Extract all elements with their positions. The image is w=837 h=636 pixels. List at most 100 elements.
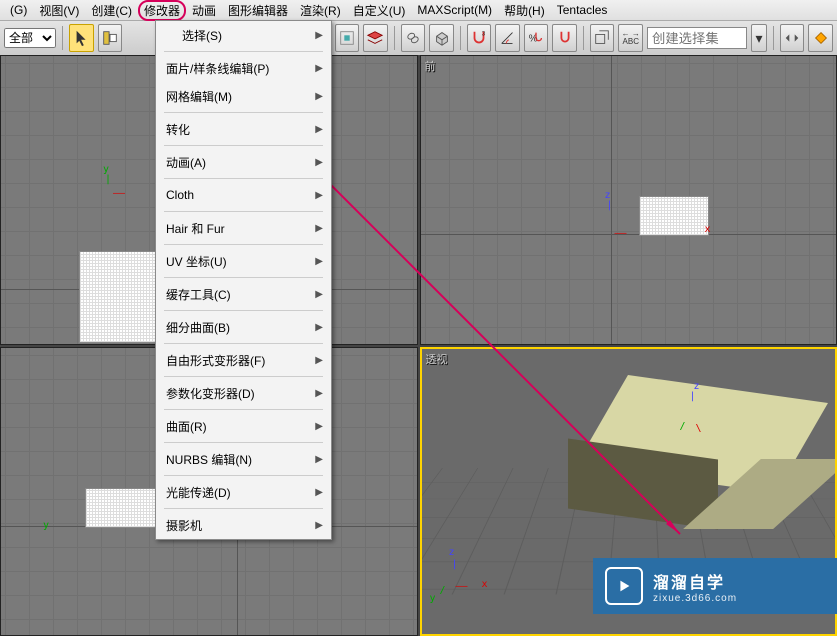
menu-item-2[interactable]: 创建(C) [85, 0, 138, 21]
axis-horizontal [421, 234, 837, 235]
menu-item-9[interactable]: 帮助(H) [498, 0, 551, 21]
menu-item-label: 参数化变形器(D) [166, 385, 255, 402]
submenu-arrow-icon: ▶ [315, 322, 323, 333]
toolbar-separator [773, 26, 774, 50]
menu-divider [164, 475, 323, 476]
submenu-arrow-icon: ▶ [315, 223, 323, 234]
menu-divider [164, 310, 323, 311]
box-tool[interactable] [429, 24, 454, 52]
named-selection-input[interactable] [647, 27, 747, 49]
menu-item[interactable]: 面片/样条线编辑(P)▶ [156, 54, 331, 82]
menu-item-label: 缓存工具(C) [166, 286, 231, 303]
menu-item-8[interactable]: MAXScript(M) [411, 1, 498, 19]
submenu-arrow-icon: ▶ [315, 124, 323, 135]
menu-item-5[interactable]: 图形编辑器 [222, 0, 294, 21]
menu-item[interactable]: 动画(A)▶ [156, 148, 331, 176]
align-tool[interactable] [808, 24, 833, 52]
menu-item[interactable]: 自由形式变形器(F) ▶ [156, 346, 331, 374]
menu-item[interactable]: 缓存工具(C) ▶ [156, 280, 331, 308]
menu-item[interactable]: 网格编辑(M)▶ [156, 82, 331, 110]
menu-divider [164, 442, 323, 443]
menu-divider [164, 178, 323, 179]
filter-select[interactable]: 全部 [4, 28, 56, 48]
submenu-arrow-icon: ▶ [315, 487, 323, 498]
menu-item-label: UV 坐标(U) [166, 253, 227, 270]
menu-item-label: 自由形式变形器(F) [166, 352, 265, 369]
menu-item-label: 光能传递(D) [166, 484, 231, 501]
submenu-arrow-icon: ▶ [315, 157, 323, 168]
menu-item-label: 网格编辑(M) [166, 88, 232, 105]
menu-item[interactable]: 选择(S) ▶ [156, 21, 331, 49]
menu-item-label: 转化 [166, 121, 190, 138]
menu-divider [164, 508, 323, 509]
menu-item[interactable]: 参数化变形器(D) ▶ [156, 379, 331, 407]
menu-item-10[interactable]: Tentacles [551, 1, 614, 19]
viewport-area: | y —— 前 | z —— x y 透视 | [0, 55, 837, 636]
grid [421, 56, 837, 344]
viewport-label: 前 [425, 58, 436, 74]
link-tool[interactable] [401, 24, 426, 52]
angle-snap-toggle[interactable] [495, 24, 520, 52]
menu-item-7[interactable]: 自定义(U) [347, 0, 412, 21]
menu-divider [164, 376, 323, 377]
menu-divider [164, 277, 323, 278]
submenu-arrow-icon: ▶ [315, 421, 323, 432]
menu-item[interactable]: 摄影机 ▶ [156, 511, 331, 539]
menu-item[interactable]: 转化 ▶ [156, 115, 331, 143]
toolbar-separator [583, 26, 584, 50]
menu-item-label: Cloth [166, 188, 194, 202]
main-toolbar: 全部 3 % ← →ABC ▾ [0, 21, 837, 56]
mirror-tool[interactable] [780, 24, 805, 52]
menu-item-label: NURBS 编辑(N) [166, 451, 252, 468]
menubar: (G)视图(V)创建(C)修改器动画图形编辑器渲染(R)自定义(U)MAXScr… [0, 0, 837, 21]
spinner-snap-toggle[interactable] [552, 24, 577, 52]
menu-item-label: 摄影机 [166, 517, 202, 534]
menu-item-0[interactable]: (G) [4, 1, 33, 19]
svg-text:3: 3 [482, 30, 486, 37]
menu-divider [164, 244, 323, 245]
snap-toggle[interactable]: 3 [467, 24, 492, 52]
menu-item[interactable]: UV 坐标(U) ▶ [156, 247, 331, 275]
percent-snap-toggle[interactable]: % [524, 24, 549, 52]
toolbar-separator [62, 26, 63, 50]
submenu-arrow-icon: ▶ [315, 520, 323, 531]
object-box[interactable] [582, 389, 822, 559]
edit-named-sel[interactable] [590, 24, 615, 52]
menu-item-label: 曲面(R) [166, 418, 207, 435]
submenu-arrow-icon: ▶ [315, 190, 323, 201]
submenu-arrow-icon: ▶ [315, 355, 323, 366]
menu-divider [164, 343, 323, 344]
menu-divider [164, 409, 323, 410]
menu-item[interactable]: Hair 和 Fur▶ [156, 214, 331, 242]
submenu-arrow-icon: ▶ [315, 256, 323, 267]
select-by-name-tool[interactable] [98, 24, 123, 52]
menu-divider [164, 145, 323, 146]
submenu-arrow-icon: ▶ [315, 30, 323, 41]
watermark-banner: 溜溜自学 zixue.3d66.com [593, 558, 837, 614]
object-wireframe[interactable] [639, 196, 709, 236]
menu-item[interactable]: 光能传递(D) ▶ [156, 478, 331, 506]
modifier-menu-dropdown[interactable]: 选择(S)▶面片/样条线编辑(P)▶网格编辑(M)▶转化▶动画(A)▶Cloth… [155, 20, 332, 540]
menu-item-6[interactable]: 渲染(R) [294, 0, 347, 21]
menu-item-3[interactable]: 修改器 [138, 0, 186, 21]
menu-item-label: 细分曲面(B) [166, 319, 230, 336]
menu-divider [164, 51, 323, 52]
menu-item[interactable]: 细分曲面(B) ▶ [156, 313, 331, 341]
viewport-top-right[interactable]: 前 | z —— x [420, 55, 837, 345]
toolbar-separator [460, 26, 461, 50]
toolbar-separator [394, 26, 395, 50]
select-tool[interactable] [69, 24, 94, 52]
menu-item-label: 选择(S) [182, 27, 222, 44]
menu-item-4[interactable]: 动画 [186, 0, 222, 21]
selection-dropdown[interactable]: ▾ [751, 24, 767, 52]
menu-item[interactable]: 曲面(R) ▶ [156, 412, 331, 440]
menu-item[interactable]: NURBS 编辑(N)▶ [156, 445, 331, 473]
submenu-arrow-icon: ▶ [315, 388, 323, 399]
submenu-arrow-icon: ▶ [315, 289, 323, 300]
menu-item[interactable]: Cloth ▶ [156, 181, 331, 209]
menu-divider [164, 112, 323, 113]
layer-tool[interactable] [363, 24, 388, 52]
menu-item-1[interactable]: 视图(V) [33, 0, 85, 21]
isolate-tool[interactable] [335, 24, 360, 52]
abc-tool[interactable]: ← →ABC [618, 24, 643, 52]
